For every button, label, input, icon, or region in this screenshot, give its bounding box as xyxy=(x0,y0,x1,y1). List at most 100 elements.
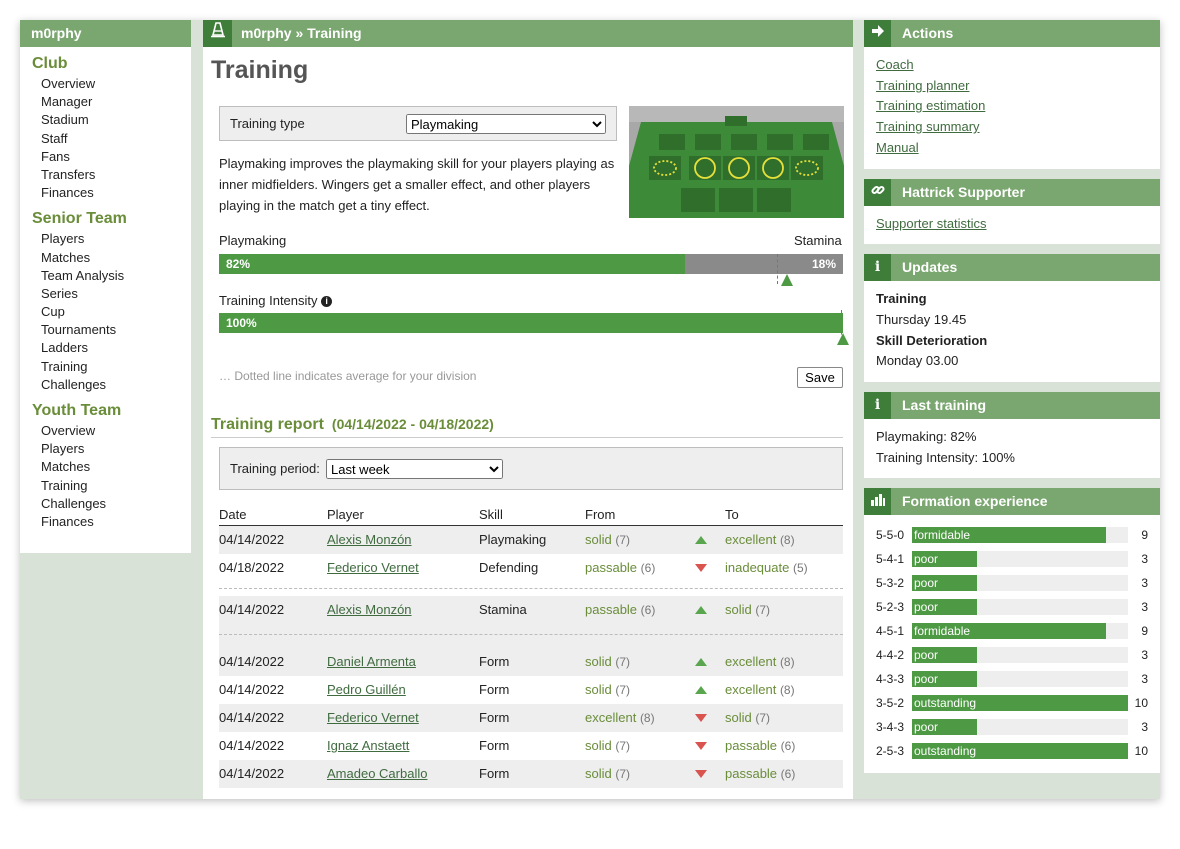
sidebar-item-youth-matches[interactable]: Matches xyxy=(20,458,191,476)
sidebar-item-club-fans[interactable]: Fans xyxy=(20,148,191,166)
sidebar-item-senior-players[interactable]: Players xyxy=(20,230,191,248)
row-skill: Form xyxy=(479,710,510,725)
row-player-link[interactable]: Alexis Monzón xyxy=(327,596,412,624)
formation-name: 4-3-3 xyxy=(876,672,905,687)
formation-row: 4-4-2 poor 3 xyxy=(876,644,1148,668)
intensity-bar[interactable]: 100% xyxy=(219,313,843,333)
sidebar-item-youth-training[interactable]: Training xyxy=(20,477,191,495)
formation-name: 4-4-2 xyxy=(876,648,905,663)
updates-header: i Updates xyxy=(864,254,1160,282)
sidebar-item-senior-training[interactable]: Training xyxy=(20,358,191,376)
training-type-select[interactable]: Playmaking xyxy=(406,114,606,134)
row-skill: Form xyxy=(479,654,510,669)
row-date: 04/14/2022 xyxy=(219,682,285,697)
action-link-training-planner[interactable]: Training planner xyxy=(876,76,1148,97)
column-to: To xyxy=(725,507,739,522)
sidebar-item-senior-ladders[interactable]: Ladders xyxy=(20,339,191,357)
row-from-level: solid xyxy=(585,766,612,781)
sidebar-item-youth-challenges[interactable]: Challenges xyxy=(20,495,191,513)
actions-box: Actions Coach Training planner Training es… xyxy=(864,20,1160,169)
row-player-link[interactable]: Alexis Monzón xyxy=(327,526,412,554)
arrow-up-icon xyxy=(695,658,707,666)
formation-header: Formation experience xyxy=(864,488,1160,516)
row-skill: Form xyxy=(479,766,510,781)
sidebar-item-youth-finances[interactable]: Finances xyxy=(20,513,191,531)
youth-team-menu: Overview Players Matches Training Challenges… xyxy=(20,422,191,531)
last-training-title: Last training xyxy=(902,397,987,414)
playmaking-stamina-bar[interactable]: 82% 18% xyxy=(219,254,843,274)
row-player-link[interactable]: Pedro Guillén xyxy=(327,676,406,704)
row-from: solid (7) xyxy=(585,732,630,760)
row-to-level: solid xyxy=(725,602,752,617)
row-from-level: passable xyxy=(585,602,638,617)
intensity-percent: 100% xyxy=(226,316,257,330)
formation-bar-fill: poor xyxy=(912,671,977,688)
formation-bar-fill: outstanding xyxy=(912,743,1128,760)
sidebar-item-club-finances[interactable]: Finances xyxy=(20,184,191,202)
supporter-statistics-link[interactable]: Supporter statistics xyxy=(876,214,1148,235)
formation-value: 3 xyxy=(1141,720,1148,735)
column-date: Date xyxy=(219,507,247,522)
formation-name: 5-3-2 xyxy=(876,576,905,591)
playmaking-fill xyxy=(219,254,685,274)
row-to-level: excellent xyxy=(725,654,777,669)
sidebar-item-senior-challenges[interactable]: Challenges xyxy=(20,376,191,394)
row-player-link[interactable]: Ignaz Anstaett xyxy=(327,732,409,760)
sidebar-item-senior-cup[interactable]: Cup xyxy=(20,303,191,321)
save-button[interactable]: Save xyxy=(797,367,843,388)
sidebar-item-senior-team-analysis[interactable]: Team Analysis xyxy=(20,267,191,285)
row-skill: Stamina xyxy=(479,602,527,617)
row-from-number: (6) xyxy=(640,603,656,617)
row-to-level: solid xyxy=(725,710,752,725)
row-player-link[interactable]: Federico Vernet xyxy=(327,554,419,582)
intensity-fill xyxy=(219,313,843,333)
update-value: Monday 03.00 xyxy=(876,353,959,369)
row-player-link[interactable]: Daniel Armenta xyxy=(327,648,416,676)
action-link-training-estimation[interactable]: Training estimation xyxy=(876,96,1148,117)
row-to-level: excellent xyxy=(725,532,777,547)
playmaking-label: Playmaking xyxy=(219,233,287,248)
formation-bar-fill: poor xyxy=(912,719,977,736)
row-to-number: (6) xyxy=(780,739,796,753)
sidebar-item-club-overview[interactable]: Overview xyxy=(20,75,191,93)
sidebar-item-club-transfers[interactable]: Transfers xyxy=(20,166,191,184)
formation-value: 3 xyxy=(1141,576,1148,591)
row-to: excellent (8) xyxy=(725,648,795,676)
formation-name: 5-2-3 xyxy=(876,600,905,615)
action-link-manual[interactable]: Manual xyxy=(876,138,1148,159)
right-sidebar: Actions Coach Training planner Training es… xyxy=(864,20,1160,783)
playmaking-slider-handle[interactable] xyxy=(781,274,793,286)
sidebar-item-senior-series[interactable]: Series xyxy=(20,285,191,303)
table-row: 04/14/2022 Ignaz Anstaett Form solid (7) pas… xyxy=(219,732,843,760)
formation-value: 9 xyxy=(1141,528,1148,543)
formation-bar-fill: formidable xyxy=(912,527,1106,544)
action-link-coach[interactable]: Coach xyxy=(876,55,1148,76)
sidebar-item-youth-players[interactable]: Players xyxy=(20,440,191,458)
sidebar-item-senior-matches[interactable]: Matches xyxy=(20,249,191,267)
supporter-box: Hattrick Supporter Supporter statistics xyxy=(864,178,1160,245)
row-player-link[interactable]: Amadeo Carballo xyxy=(327,760,427,788)
info-icon[interactable]: i xyxy=(321,296,333,307)
last-training-header: i Last training xyxy=(864,392,1160,420)
formation-row: 5-2-3 poor 3 xyxy=(876,596,1148,620)
arrow-up-icon xyxy=(695,686,707,694)
last-training-playmaking: Playmaking: 82% xyxy=(876,429,977,445)
action-link-training-summary[interactable]: Training summary xyxy=(876,117,1148,138)
sidebar-item-club-staff[interactable]: Staff xyxy=(20,130,191,148)
formation-value: 3 xyxy=(1141,648,1148,663)
row-player-link[interactable]: Federico Vernet xyxy=(327,704,419,732)
sidebar-title: m0rphy xyxy=(20,20,191,47)
supporter-body: Supporter statistics xyxy=(864,206,1160,245)
formation-title: Formation experience xyxy=(902,493,1048,510)
formation-bar-fill: poor xyxy=(912,575,977,592)
sidebar-item-club-manager[interactable]: Manager xyxy=(20,93,191,111)
formation-bar-track: outstanding xyxy=(912,695,1128,712)
formation-bar-track: poor xyxy=(912,719,1128,736)
training-period-select[interactable]: Last week xyxy=(326,459,503,479)
sidebar-item-senior-tournaments[interactable]: Tournaments xyxy=(20,321,191,339)
training-report-heading: Training report (04/14/2022 - 04/18/2022) xyxy=(211,416,494,434)
row-to-number: (8) xyxy=(779,655,795,669)
sidebar-item-youth-overview[interactable]: Overview xyxy=(20,422,191,440)
intensity-slider-handle[interactable] xyxy=(837,333,849,345)
sidebar-item-club-stadium[interactable]: Stadium xyxy=(20,111,191,129)
